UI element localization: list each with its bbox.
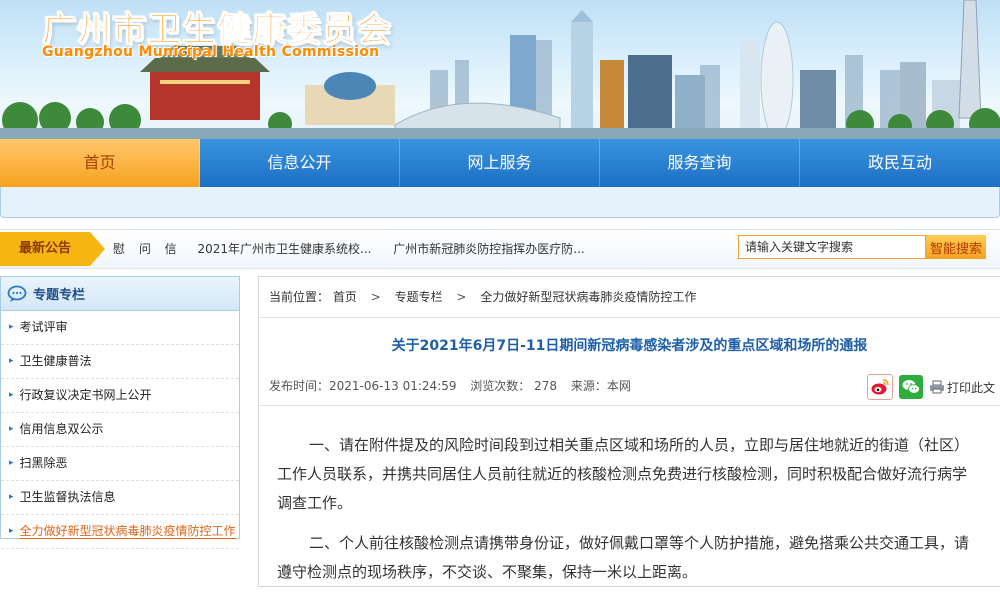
sidebar-item-anti-crime[interactable]: ▸ 扫黑除恶 bbox=[1, 447, 239, 481]
weibo-icon[interactable] bbox=[867, 374, 893, 400]
sidebar-title: 专题专栏 bbox=[33, 288, 86, 303]
sidebar-item-covid-prevention[interactable]: ▸ 全力做好新型冠状病毒肺炎疫情防控工作 bbox=[1, 515, 239, 549]
chat-bubble-icon bbox=[7, 285, 27, 302]
article-body: 一、请在附件提及的风险时间段到过相关重点区域和场所的人员，立即与居住地就近的街道… bbox=[277, 431, 977, 598]
nav-item-public-interaction[interactable]: 政民互动 bbox=[800, 139, 1000, 187]
sidebar-item-credit-info[interactable]: ▸ 信用信息双公示 bbox=[1, 413, 239, 447]
notice-list: 慰 问 信 2021年广州市卫生健康系统校... 广州市新冠肺炎防控指挥办医疗防… bbox=[113, 230, 603, 268]
share-tools: 打印此文 bbox=[867, 374, 995, 400]
notice-item[interactable]: 广州市新冠肺炎防控指挥办医疗防... bbox=[393, 242, 584, 256]
article-paragraph: 一、请在附件提及的风险时间段到过相关重点区域和场所的人员，立即与居住地就近的街道… bbox=[277, 436, 970, 512]
breadcrumb: 当前位置： 首页 > 专题专栏 > 全力做好新型冠状病毒肺炎疫情防控工作 bbox=[259, 277, 1000, 318]
meta-label: 浏览次数： bbox=[470, 379, 531, 393]
chevron-right-icon: ▸ bbox=[9, 458, 14, 468]
article-panel: 当前位置： 首页 > 专题专栏 > 全力做好新型冠状病毒肺炎疫情防控工作 关于2… bbox=[258, 276, 1000, 587]
divider bbox=[259, 405, 1000, 406]
search-input[interactable] bbox=[738, 235, 926, 259]
chevron-right-icon: ▸ bbox=[9, 424, 14, 434]
sidebar-item-label: 行政复议决定书网上公开 bbox=[19, 388, 152, 402]
nav-item-info-disclosure[interactable]: 信息公开 bbox=[200, 139, 400, 187]
publish-time: 发布时间：2021-06-13 01:24:59 bbox=[269, 379, 456, 393]
header-banner: 广州市卫生健康委员会 Guangzhou Municipal Health Co… bbox=[0, 0, 1000, 139]
sidebar-item-label: 考试评审 bbox=[19, 320, 68, 334]
chevron-right-icon: ▸ bbox=[9, 526, 14, 536]
nav-item-service-query[interactable]: 服务查询 bbox=[600, 139, 800, 187]
sidebar-item-label: 全力做好新型冠状病毒肺炎疫情防控工作 bbox=[19, 524, 236, 539]
sidebar-header: 专题专栏 bbox=[1, 277, 239, 311]
nav-item-home[interactable]: 首页 bbox=[0, 139, 200, 187]
notice-label: 最新公告 bbox=[0, 232, 105, 266]
notice-item[interactable]: 2021年广州市卫生健康系统校... bbox=[197, 242, 371, 256]
main-nav: 首页 信息公开 网上服务 服务查询 政民互动 bbox=[0, 139, 1000, 187]
sidebar-item-exam-review[interactable]: ▸ 考试评审 bbox=[1, 311, 239, 345]
breadcrumb-prefix: 当前位置： bbox=[269, 290, 330, 304]
breadcrumb-separator-icon: > bbox=[456, 290, 467, 304]
sidebar-item-health-law[interactable]: ▸ 卫生健康普法 bbox=[1, 345, 239, 379]
article-source: 来源：本网 bbox=[571, 379, 631, 393]
breadcrumb-link[interactable]: 专题专栏 bbox=[395, 290, 443, 304]
site-subtitle: Guangzhou Municipal Health Commission bbox=[42, 44, 380, 60]
printer-icon bbox=[930, 380, 944, 394]
meta-label: 来源： bbox=[570, 379, 607, 393]
sidebar-item-supervision[interactable]: ▸ 卫生监督执法信息 bbox=[1, 481, 239, 515]
view-count: 浏览次数： 278 bbox=[470, 379, 557, 393]
print-label: 打印此文 bbox=[947, 380, 996, 395]
article-meta: 发布时间：2021-06-13 01:24:59 浏览次数： 278 来源：本网 bbox=[269, 377, 641, 394]
chevron-right-icon: ▸ bbox=[9, 356, 14, 366]
sub-nav-bar bbox=[0, 187, 1000, 218]
article-paragraph: 二、个人前往核酸检测点请携带身份证，做好佩戴口罩等个人防护措施，避免搭乘公共交通… bbox=[277, 534, 970, 581]
nav-item-online-services[interactable]: 网上服务 bbox=[400, 139, 600, 187]
wechat-icon[interactable] bbox=[899, 375, 923, 399]
chevron-right-icon: ▸ bbox=[9, 322, 14, 332]
sidebar-item-label: 卫生健康普法 bbox=[19, 354, 92, 368]
sidebar-item-label: 扫黑除恶 bbox=[19, 456, 68, 470]
search-button[interactable]: 智能搜索 bbox=[926, 235, 986, 259]
meta-value: 本网 bbox=[606, 379, 631, 393]
chevron-right-icon: ▸ bbox=[9, 492, 14, 502]
meta-label: 发布时间： bbox=[269, 379, 330, 393]
breadcrumb-link[interactable]: 全力做好新型冠状病毒肺炎疫情防控工作 bbox=[480, 290, 696, 304]
sidebar-item-label: 信用信息双公示 bbox=[19, 422, 104, 436]
sidebar: 专题专栏 ▸ 考试评审 ▸ 卫生健康普法 ▸ 行政复议决定书网上公开 ▸ 信用信… bbox=[0, 276, 240, 549]
breadcrumb-separator-icon: > bbox=[370, 290, 381, 304]
print-button[interactable]: 打印此文 bbox=[929, 379, 995, 396]
sidebar-item-label: 卫生监督执法信息 bbox=[19, 490, 116, 504]
meta-value: 2021-06-13 01:24:59 bbox=[329, 379, 457, 393]
breadcrumb-link[interactable]: 首页 bbox=[333, 290, 357, 304]
chevron-right-icon: ▸ bbox=[9, 390, 14, 400]
sidebar-item-admin-review[interactable]: ▸ 行政复议决定书网上公开 bbox=[1, 379, 239, 413]
article-title: 关于2021年6月7日-11日期间新冠病毒感染者涉及的重点区域和场所的通报 bbox=[391, 338, 868, 354]
meta-value: 278 bbox=[534, 379, 558, 393]
notice-item[interactable]: 慰 问 信 bbox=[113, 242, 182, 256]
